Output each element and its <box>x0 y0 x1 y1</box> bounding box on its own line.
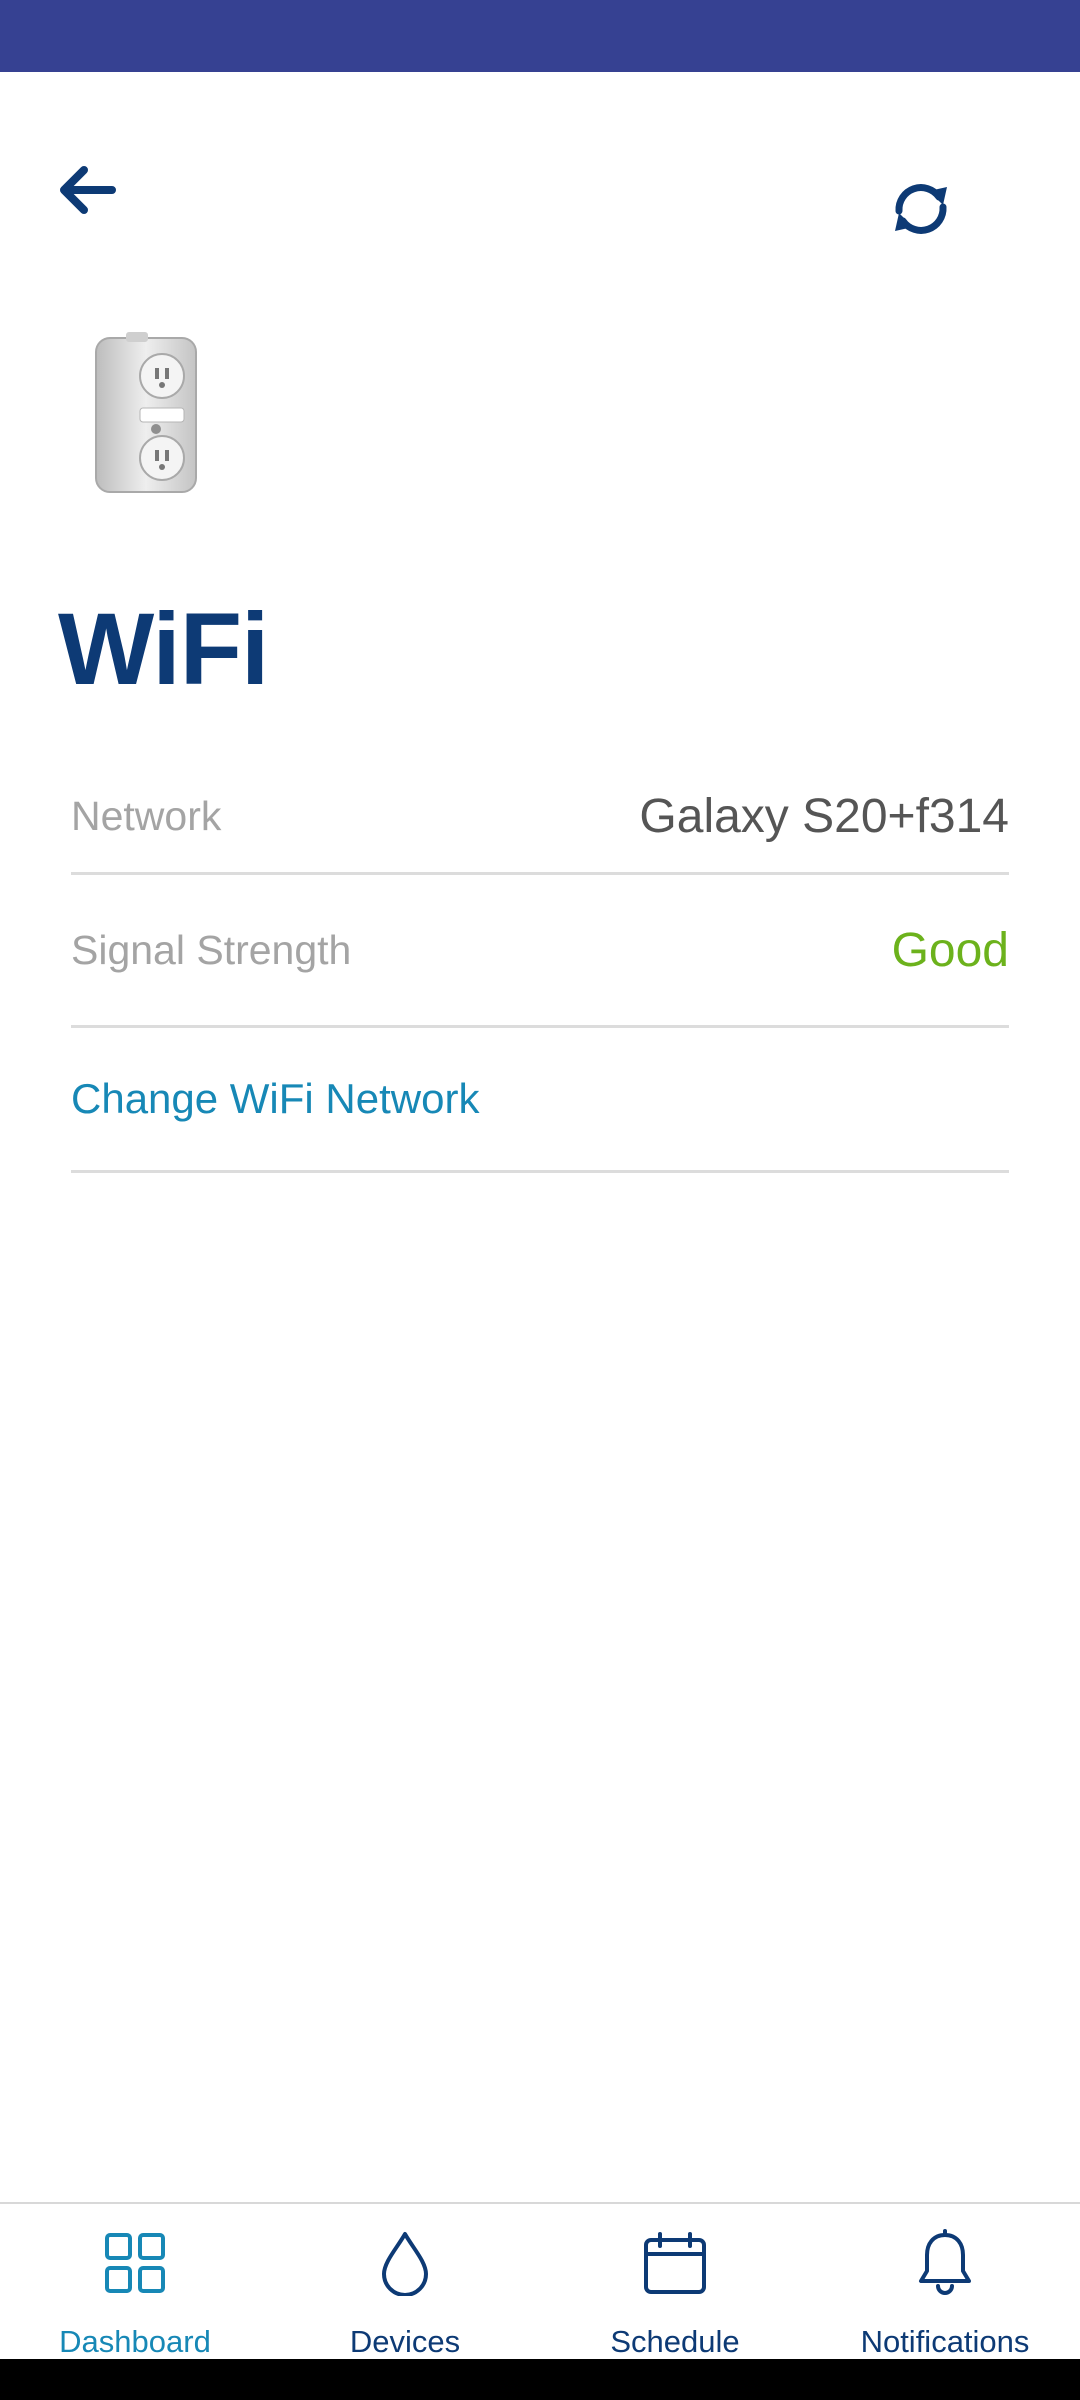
nav-label-devices: Devices <box>349 2324 461 2359</box>
signal-strength-value: Good <box>891 923 1009 977</box>
back-arrow-icon <box>60 166 116 214</box>
signal-strength-label: Signal Strength <box>71 926 352 973</box>
nav-label-notifications: Notifications <box>860 2324 1030 2359</box>
change-wifi-network-label: Change WiFi Network <box>71 1075 480 1122</box>
status-bar <box>0 0 1080 72</box>
network-value: Galaxy S20+f314 <box>639 789 1009 843</box>
nav-item-schedule[interactable]: Schedule <box>540 2204 810 2359</box>
bottom-navigation: Dashboard Devices Schedule Notifications <box>0 2202 1080 2359</box>
signal-strength-row: Signal Strength Good <box>71 875 1009 1028</box>
refresh-button[interactable] <box>876 164 966 254</box>
nav-item-dashboard[interactable]: Dashboard <box>0 2204 270 2359</box>
nav-label-schedule: Schedule <box>610 2324 740 2359</box>
bell-icon <box>910 2228 980 2298</box>
network-row: Network Galaxy S20+f314 <box>71 760 1009 875</box>
network-label: Network <box>71 792 222 839</box>
nav-item-notifications[interactable]: Notifications <box>810 2204 1080 2359</box>
nav-item-devices[interactable]: Devices <box>270 2204 540 2359</box>
change-wifi-network-link[interactable]: Change WiFi Network <box>71 1028 1009 1173</box>
device-image <box>86 332 206 498</box>
system-navigation-bar <box>0 2359 1080 2400</box>
smart-plug-outlet-image <box>95 332 197 493</box>
back-button[interactable] <box>46 150 126 230</box>
page-title: WiFi <box>58 592 269 706</box>
calendar-icon <box>640 2228 710 2298</box>
water-drop-icon <box>370 2228 440 2298</box>
nav-label-dashboard: Dashboard <box>59 2324 211 2359</box>
refresh-icon <box>895 184 947 234</box>
grid-icon <box>100 2228 170 2298</box>
